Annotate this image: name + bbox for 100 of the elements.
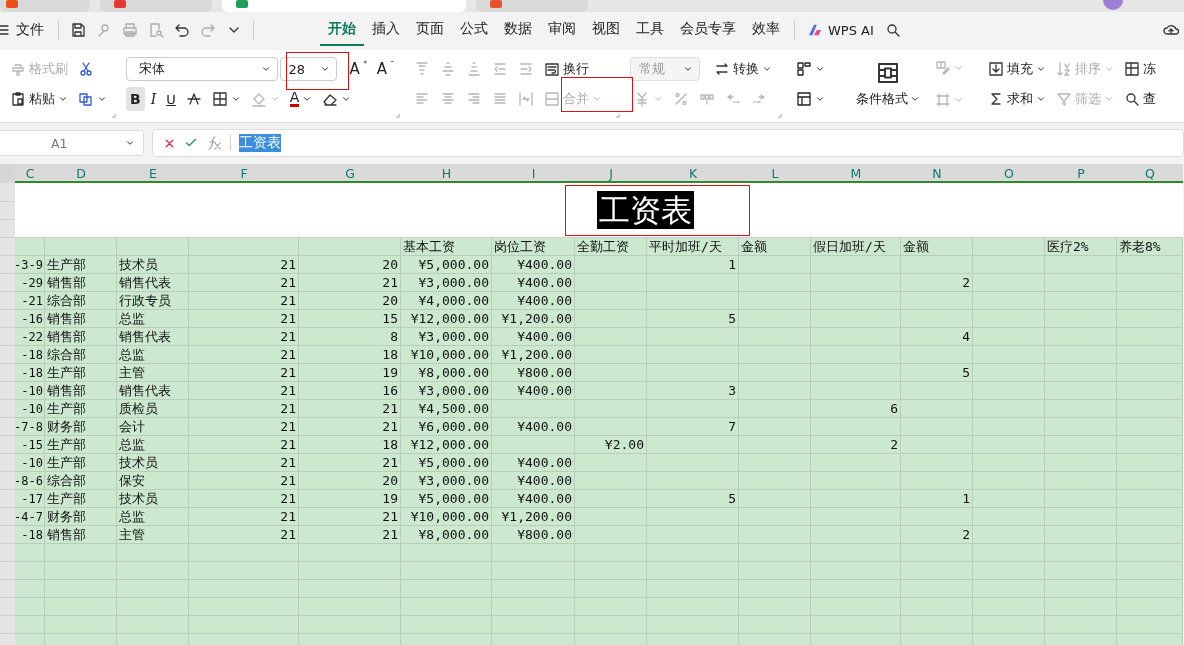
- app-tab[interactable]: [476, 0, 588, 12]
- row-header[interactable]: [0, 202, 15, 220]
- italic-button[interactable]: I: [146, 87, 161, 111]
- row-header[interactable]: [0, 544, 15, 562]
- find-button[interactable]: 查: [1120, 87, 1160, 111]
- row-header[interactable]: [0, 346, 15, 364]
- row-header[interactable]: [0, 274, 15, 292]
- caret-icon: [909, 94, 920, 104]
- table-cell: 21: [189, 454, 299, 472]
- wrap-text-button[interactable]: 换行: [540, 57, 593, 81]
- row-header[interactable]: [0, 238, 15, 256]
- conditional-format-button[interactable]: 条件格式: [855, 54, 920, 114]
- grow-font-button[interactable]: A: [345, 57, 371, 81]
- caret-icon: [954, 95, 965, 105]
- file-menu-button[interactable]: 文件: [0, 21, 52, 39]
- row-header[interactable]: [0, 400, 15, 418]
- ribbon-tab[interactable]: 工具: [628, 14, 672, 46]
- shrink-font-button[interactable]: A: [372, 57, 398, 81]
- ribbon-tab[interactable]: 会员专享: [672, 14, 744, 46]
- row-header[interactable]: [0, 598, 15, 616]
- ribbon-tab[interactable]: 页面: [408, 14, 452, 46]
- ribbon-tab[interactable]: 效率: [744, 14, 788, 46]
- ribbon-tab[interactable]: 插入: [364, 14, 408, 46]
- column-header[interactable]: K: [647, 164, 739, 183]
- column-header[interactable]: I: [492, 164, 575, 183]
- caret-icon: [1104, 64, 1114, 74]
- underline-button[interactable]: U: [162, 87, 180, 111]
- column-header[interactable]: D: [45, 164, 117, 183]
- row-header[interactable]: [0, 328, 15, 346]
- column-heading: 全勤工资: [575, 238, 647, 256]
- wps-ai-button[interactable]: WPS AI: [801, 22, 880, 38]
- table-cell: 2: [901, 274, 973, 292]
- sum-button[interactable]: 求和: [984, 87, 1050, 111]
- column-header[interactable]: P: [1045, 164, 1117, 183]
- bold-button[interactable]: B: [126, 87, 145, 111]
- column-heading: 医疗2%: [1045, 238, 1117, 256]
- column-heading: 平时加班/天: [647, 238, 739, 256]
- table-cell: 销售代表: [117, 274, 189, 292]
- column-header[interactable]: N: [901, 164, 973, 183]
- convert-button[interactable]: 转换: [710, 57, 776, 81]
- row-header[interactable]: [0, 616, 15, 634]
- column-header[interactable]: O: [973, 164, 1045, 183]
- copy-icon: [78, 91, 94, 107]
- ribbon-tab[interactable]: 开始: [320, 14, 364, 46]
- font-color-button[interactable]: A: [285, 87, 317, 111]
- row-header[interactable]: [0, 472, 15, 490]
- name-box[interactable]: A1: [0, 130, 144, 156]
- percent-icon: [673, 91, 689, 107]
- table-cell: ¥400.00: [492, 418, 575, 436]
- row-header[interactable]: [0, 454, 15, 472]
- column-header[interactable]: H: [401, 164, 492, 183]
- table-cell: 1: [901, 490, 973, 508]
- table-cell: 21: [189, 292, 299, 310]
- ribbon-tab[interactable]: 公式: [452, 14, 496, 46]
- row-header[interactable]: [0, 364, 15, 382]
- row-header[interactable]: [0, 562, 15, 580]
- row-header[interactable]: [0, 220, 15, 238]
- ribbon-tab[interactable]: 视图: [584, 14, 628, 46]
- table-cell: 销售部: [45, 274, 117, 292]
- freeze-button[interactable]: 冻: [1120, 57, 1160, 81]
- table-cell: 21: [189, 526, 299, 544]
- table-cell: 2: [811, 436, 901, 454]
- table-cell: ¥800.00: [492, 526, 575, 544]
- paste-button[interactable]: 粘贴: [6, 87, 72, 111]
- table-cell: -17: [15, 490, 45, 508]
- column-header[interactable]: C: [15, 164, 45, 183]
- column-header[interactable]: E: [117, 164, 189, 183]
- table-cell: -21: [15, 292, 45, 310]
- row-header[interactable]: [0, 436, 15, 454]
- font-name-dropdown[interactable]: 宋体: [126, 57, 278, 81]
- conditional-format-icon: [875, 60, 900, 85]
- row-header[interactable]: [0, 526, 15, 544]
- row-header[interactable]: [0, 310, 15, 328]
- grid-icon: [211, 91, 228, 107]
- app-tab[interactable]: [0, 0, 90, 12]
- select-all-corner[interactable]: [0, 164, 15, 183]
- app-tab[interactable]: [222, 0, 466, 12]
- font-size-dropdown[interactable]: 28: [279, 57, 338, 81]
- row-header[interactable]: [0, 580, 15, 598]
- column-header[interactable]: L: [739, 164, 811, 183]
- row-header[interactable]: [0, 183, 15, 202]
- column-header[interactable]: M: [811, 164, 901, 183]
- ribbon-tab[interactable]: 数据: [496, 14, 540, 46]
- column-header[interactable]: Q: [1117, 164, 1183, 183]
- ribbon-tab[interactable]: 审阅: [540, 14, 584, 46]
- row-header[interactable]: [0, 418, 15, 436]
- app-tab[interactable]: [100, 0, 212, 12]
- row-header[interactable]: [0, 508, 15, 526]
- row-header[interactable]: [0, 256, 15, 274]
- table-cell: 销售部: [45, 382, 117, 400]
- column-header[interactable]: J: [575, 164, 647, 183]
- table-cell: -7-8: [15, 418, 45, 436]
- fill-button[interactable]: 填充: [984, 57, 1050, 81]
- row-header[interactable]: [0, 382, 15, 400]
- column-header[interactable]: F: [189, 164, 299, 183]
- table-cell: ¥10,000.00: [401, 508, 492, 526]
- column-header[interactable]: G: [299, 164, 401, 183]
- row-header[interactable]: [0, 292, 15, 310]
- row-header[interactable]: [0, 490, 15, 508]
- column-heading: 养老8%: [1117, 238, 1183, 256]
